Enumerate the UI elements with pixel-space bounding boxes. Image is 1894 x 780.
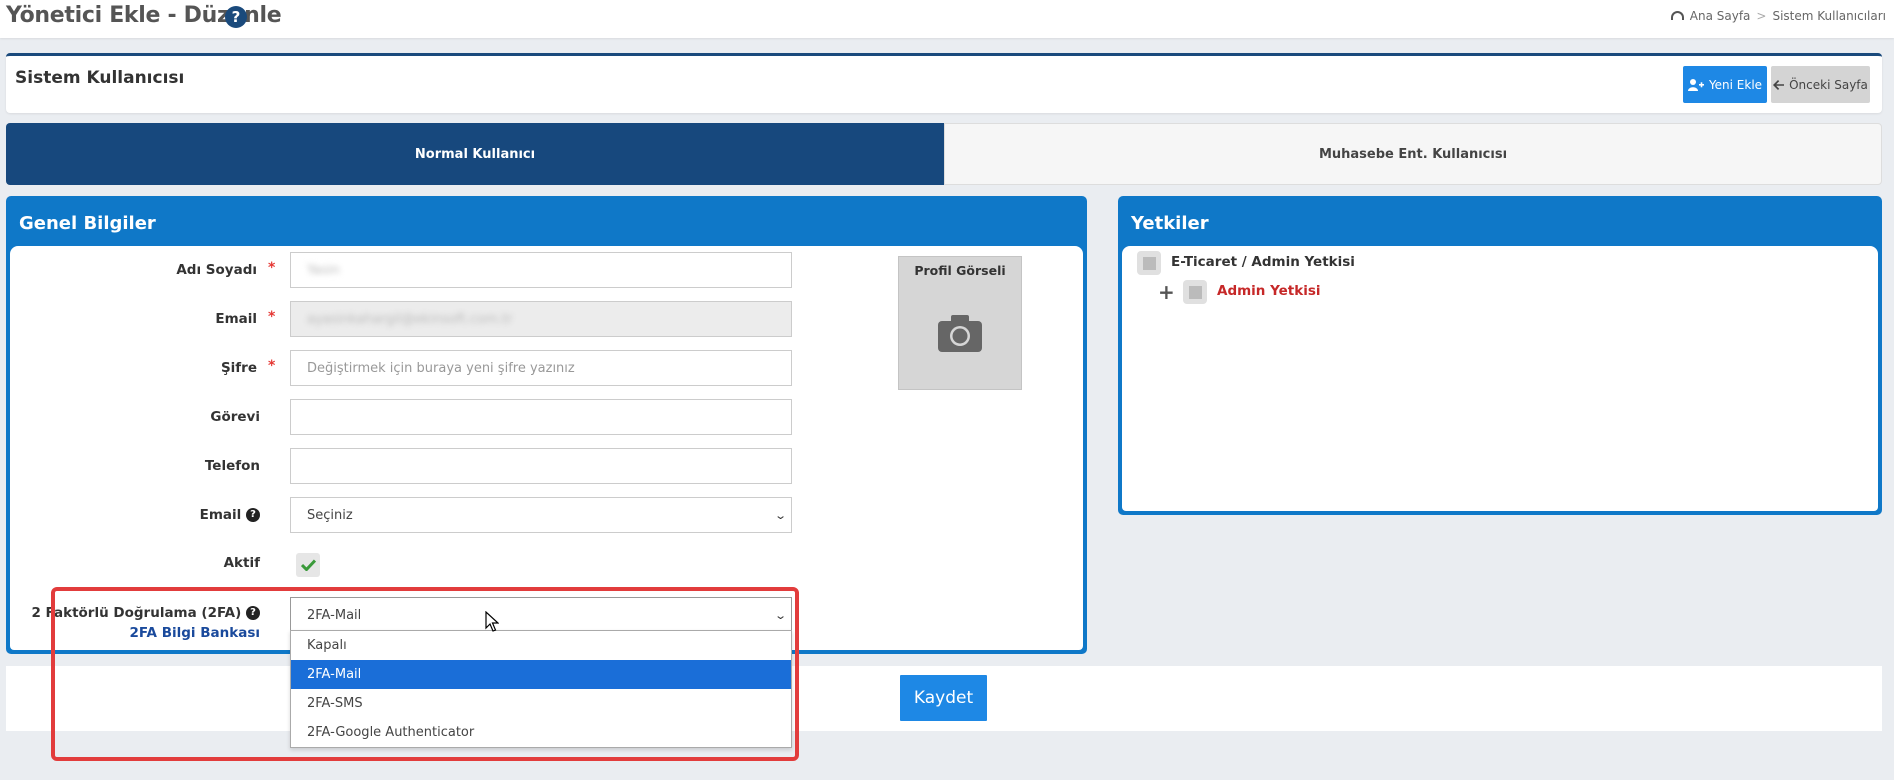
camera-icon bbox=[938, 315, 982, 352]
password-input[interactable]: Değiştirmek için buraya yeni şifre yazın… bbox=[290, 350, 792, 386]
role-label: Görevi bbox=[210, 409, 260, 425]
new-button-label: Yeni Ekle bbox=[1708, 77, 1763, 92]
new-button[interactable]: Yeni Ekle bbox=[1683, 66, 1767, 103]
email-value: ayasinkahargil@ekinsoft.com.tr bbox=[307, 311, 513, 327]
breadcrumb-separator: > bbox=[1756, 9, 1767, 23]
add-user-icon bbox=[1687, 78, 1704, 91]
back-button[interactable]: Önceki Sayfa bbox=[1771, 66, 1870, 103]
chevron-down-icon: ⌄ bbox=[773, 508, 787, 522]
breadcrumb-current[interactable]: Sistem Kullanıcıları bbox=[1772, 9, 1886, 23]
back-button-label: Önceki Sayfa bbox=[1789, 77, 1868, 92]
general-info-title: Genel Bilgiler bbox=[19, 213, 156, 234]
check-icon bbox=[300, 559, 316, 571]
top-bar bbox=[0, 0, 1894, 38]
email-select-label: Email bbox=[199, 507, 242, 523]
name-value: Yasin bbox=[307, 262, 340, 278]
active-checkbox[interactable] bbox=[296, 553, 320, 577]
panel-title: Sistem Kullanıcısı bbox=[15, 68, 185, 88]
highlight-box bbox=[51, 587, 799, 761]
arrow-left-icon bbox=[1773, 79, 1785, 90]
breadcrumb: Ana Sayfa > Sistem Kullanıcıları bbox=[1670, 9, 1886, 23]
header-panel bbox=[6, 53, 1882, 113]
profile-image-label: Profil Görseli bbox=[914, 263, 1006, 278]
phone-label: Telefon bbox=[204, 458, 260, 474]
breadcrumb-home[interactable]: Ana Sayfa bbox=[1690, 9, 1751, 23]
help-icon[interactable]: ? bbox=[246, 508, 260, 522]
email-label: Email bbox=[215, 311, 257, 327]
permissions-title: Yetkiler bbox=[1131, 213, 1209, 234]
name-input[interactable]: Yasin bbox=[290, 252, 792, 288]
permission-child-label[interactable]: Admin Yetkisi bbox=[1217, 283, 1321, 299]
tab-normal-user[interactable]: Normal Kullanıcı bbox=[6, 123, 944, 185]
email-input[interactable]: ayasinkahargil@ekinsoft.com.tr bbox=[290, 301, 792, 337]
password-placeholder: Değiştirmek için buraya yeni şifre yazın… bbox=[307, 360, 575, 376]
password-label: Şifre bbox=[220, 360, 257, 376]
permission-child-checkbox[interactable] bbox=[1183, 280, 1207, 304]
active-label: Aktif bbox=[223, 555, 260, 571]
permission-root-label: E-Ticaret / Admin Yetkisi bbox=[1171, 254, 1355, 270]
required-mark: * bbox=[268, 260, 276, 276]
dashboard-icon bbox=[1670, 10, 1684, 20]
help-icon[interactable]: ? bbox=[225, 6, 247, 28]
tab-accounting-user[interactable]: Muhasebe Ent. Kullanıcısı bbox=[944, 123, 1882, 185]
mouse-cursor-icon bbox=[485, 611, 499, 632]
name-label: Adı Soyadı bbox=[176, 262, 257, 278]
role-input[interactable] bbox=[290, 399, 792, 435]
permission-root-checkbox[interactable] bbox=[1137, 251, 1161, 275]
email-select[interactable]: Seçiniz ⌄ bbox=[290, 497, 792, 533]
required-mark: * bbox=[268, 358, 276, 374]
expand-plus-icon[interactable]: + bbox=[1158, 280, 1175, 304]
email-select-label-row: Email ? bbox=[200, 507, 260, 523]
phone-input[interactable] bbox=[290, 448, 792, 484]
save-button[interactable]: Kaydet bbox=[900, 675, 987, 721]
required-mark: * bbox=[268, 309, 276, 325]
email-select-value: Seçiniz bbox=[307, 507, 353, 523]
